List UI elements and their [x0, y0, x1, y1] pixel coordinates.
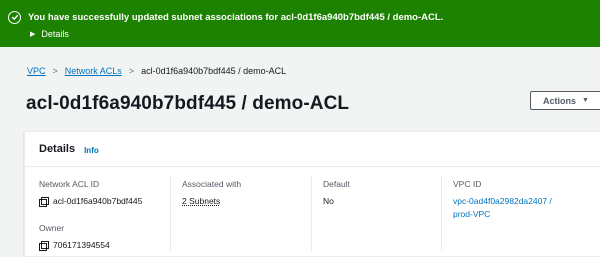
associated-subnets-link[interactable]: 2 Subnets [182, 196, 220, 206]
copy-icon[interactable] [39, 240, 49, 251]
default-value: No [323, 196, 334, 206]
vpc-id-column: VPC ID vpc-0ad4f0a2982da2407 / prod-VPC [453, 179, 552, 221]
associated-with-column: Associated with 2 Subnets [182, 179, 241, 206]
check-circle-icon [8, 10, 21, 24]
owner-value: 706171394554 [53, 240, 110, 250]
vpc-id-line2: prod-VPC [453, 209, 491, 219]
caret-right-icon: ▶ [30, 31, 36, 38]
network-acl-id-column: Network ACL ID acl-0d1f6a940b7bdf445 Own… [39, 179, 143, 251]
vpc-id-label: VPC ID [453, 179, 482, 189]
vpc-id-link[interactable]: vpc-0ad4f0a2982da2407 / prod-VPC [453, 195, 552, 221]
flash-details-toggle[interactable]: ▶ Details [30, 29, 600, 39]
details-panel-header: Details Info [25, 132, 600, 167]
column-divider [170, 175, 171, 251]
details-panel: Details Info Network ACL ID acl-0d1f6a94… [24, 131, 600, 257]
info-link[interactable]: Info [84, 146, 99, 155]
column-divider [441, 175, 442, 251]
default-column: Default No [323, 179, 350, 206]
breadcrumb-vpc-link[interactable]: VPC [27, 66, 46, 76]
breadcrumb-network-acls-link[interactable]: Network ACLs [65, 66, 122, 76]
success-flash-banner: You have successfully updated subnet ass… [0, 0, 600, 47]
flash-message: You have successfully updated subnet ass… [28, 11, 444, 23]
column-divider [311, 175, 312, 251]
default-label: Default [323, 179, 350, 189]
associated-with-label: Associated with [182, 179, 242, 189]
flash-details-label: Details [41, 29, 69, 39]
breadcrumb-separator: > [52, 66, 58, 76]
owner-label: Owner [39, 223, 65, 233]
breadcrumb-current: acl-0d1f6a940b7bdf445 / demo-ACL [141, 66, 287, 76]
actions-button-label: Actions [543, 95, 577, 106]
details-title: Details [39, 143, 76, 155]
breadcrumb: VPC > Network ACLs > acl-0d1f6a940b7bdf4… [27, 66, 286, 76]
actions-button[interactable]: Actions ▼ [530, 91, 600, 110]
network-acl-id-label: Network ACL ID [39, 179, 100, 189]
network-acl-id-value: acl-0d1f6a940b7bdf445 [53, 196, 143, 206]
breadcrumb-separator: > [128, 66, 135, 76]
copy-icon[interactable] [39, 196, 49, 207]
page-title: acl-0d1f6a940b7bdf445 / demo-ACL [26, 93, 350, 114]
vpc-id-line1: vpc-0ad4f0a2982da2407 / [453, 196, 552, 206]
caret-down-icon: ▼ [582, 97, 589, 104]
